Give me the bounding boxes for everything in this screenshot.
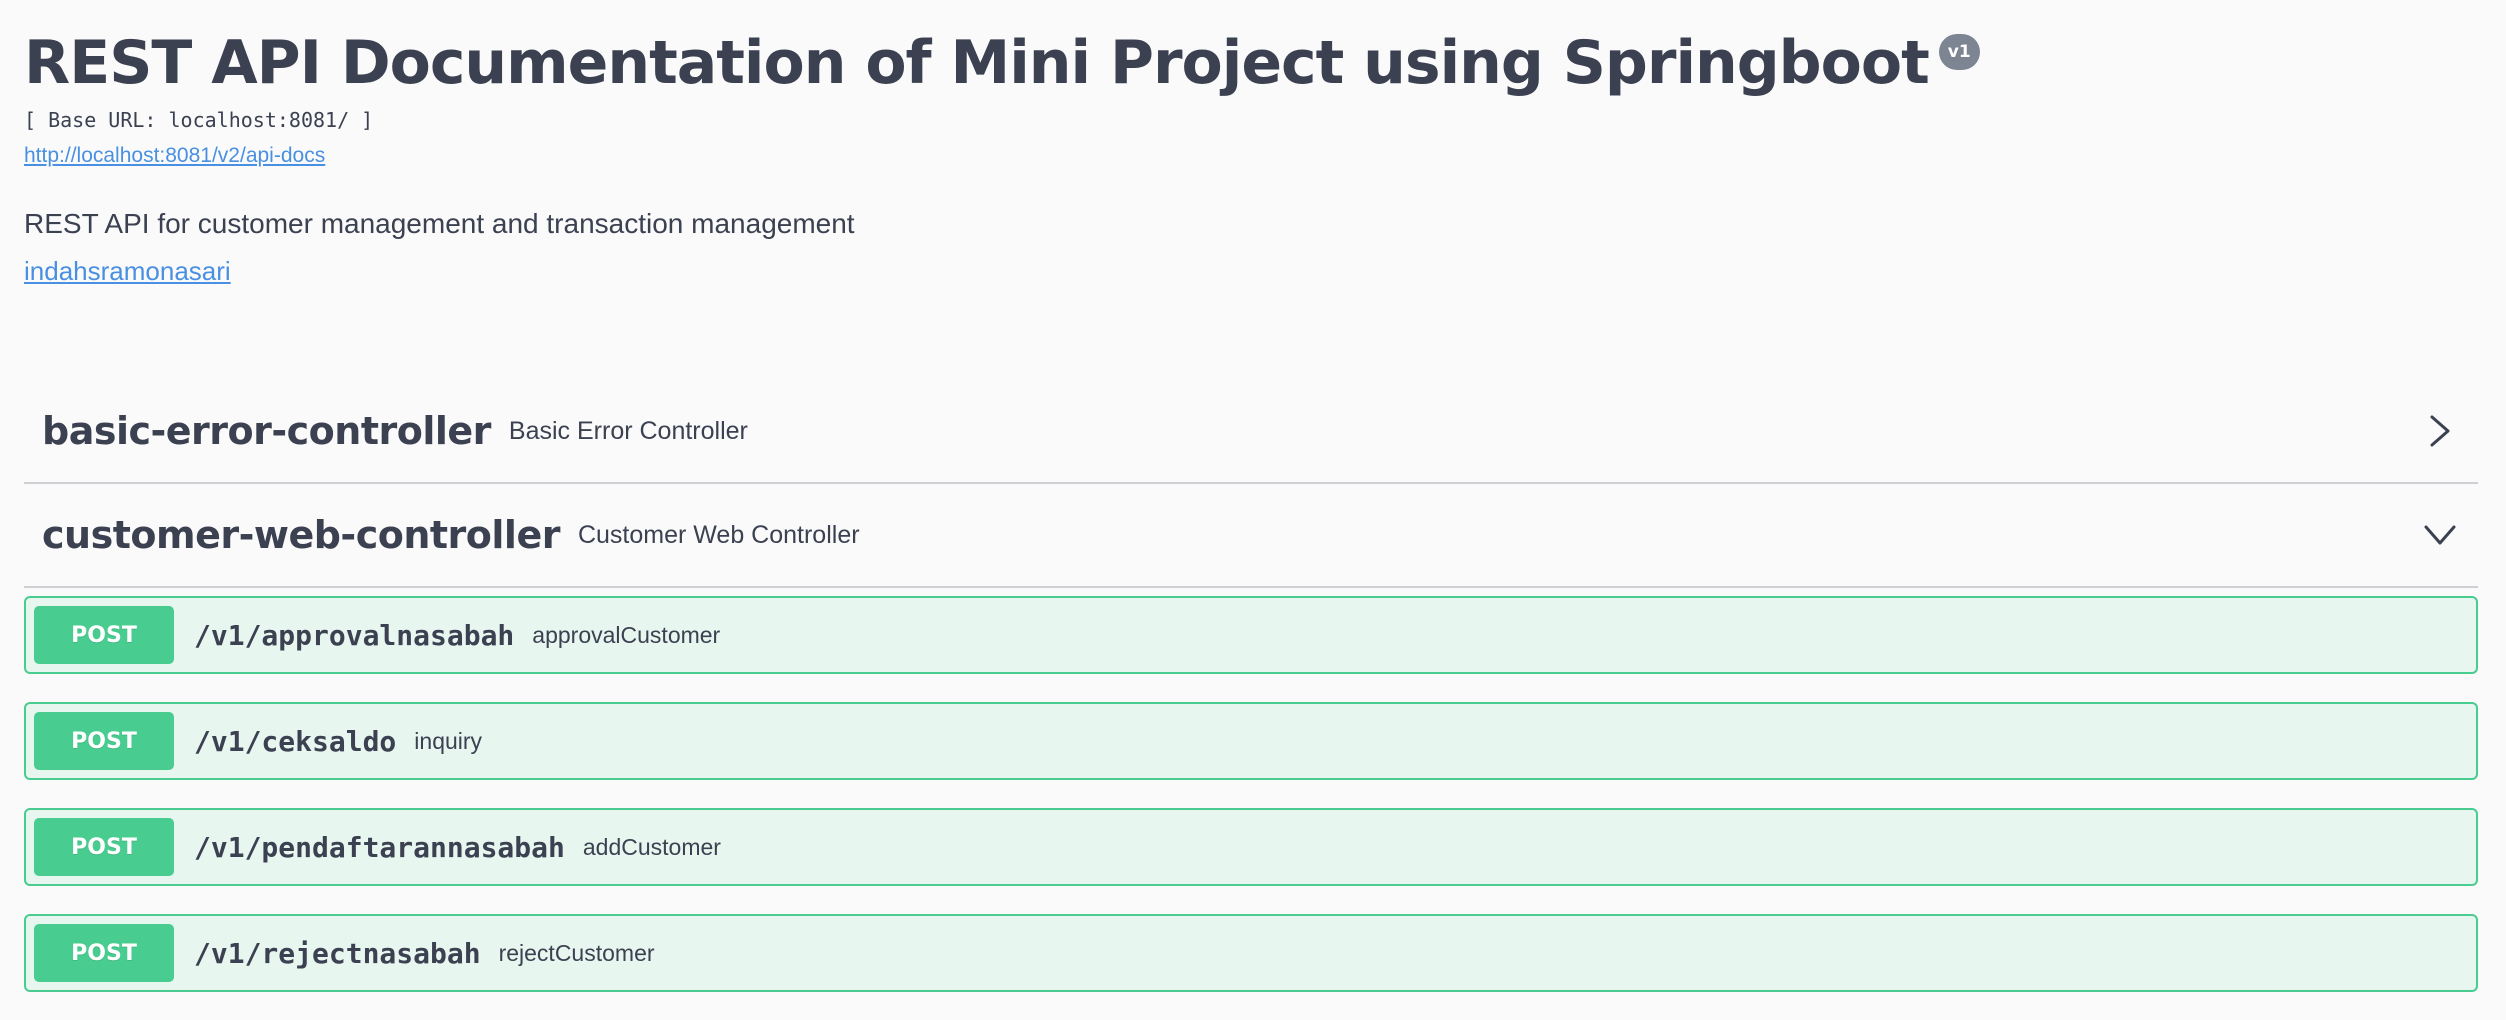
operation-row[interactable]: POST /v1/approvalnasabah approvalCustome… bbox=[24, 596, 2478, 674]
chevron-right-icon[interactable] bbox=[2420, 411, 2460, 451]
title-row: REST API Documentation of Mini Project u… bbox=[24, 22, 2482, 104]
api-info: REST API Documentation of Mini Project u… bbox=[24, 22, 2482, 288]
operation-path: /v1/ceksaldo bbox=[194, 724, 397, 758]
api-description: REST API for customer management and tra… bbox=[24, 208, 855, 239]
tag-customer-web-controller[interactable]: customer-web-controller Customer Web Con… bbox=[24, 484, 2478, 588]
tag-name: customer-web-controller bbox=[42, 513, 560, 557]
page-title: REST API Documentation of Mini Project u… bbox=[24, 28, 1930, 98]
method-badge: POST bbox=[34, 606, 174, 664]
operation-path: /v1/rejectnasabah bbox=[194, 936, 481, 970]
operations-list: POST /v1/approvalnasabah approvalCustome… bbox=[24, 596, 2478, 992]
tag-description: Basic Error Controller bbox=[508, 416, 748, 445]
operation-path: /v1/pendaftarannasabah bbox=[194, 830, 565, 864]
operation-summary: addCustomer bbox=[582, 833, 721, 860]
tag-name: basic-error-controller bbox=[42, 409, 491, 453]
method-badge: POST bbox=[34, 818, 174, 876]
operation-row[interactable]: POST /v1/rejectnasabah rejectCustomer bbox=[24, 914, 2478, 992]
operation-path: /v1/approvalnasabah bbox=[194, 618, 515, 652]
method-badge: POST bbox=[34, 924, 174, 982]
api-docs-link[interactable]: http://localhost:8081/v2/api-docs bbox=[24, 142, 325, 170]
tag-description: Customer Web Controller bbox=[577, 520, 860, 549]
contact-link[interactable]: indahsramonasari bbox=[24, 254, 231, 288]
operation-summary: approvalCustomer bbox=[532, 621, 721, 648]
operation-summary: rejectCustomer bbox=[498, 939, 655, 966]
operation-row[interactable]: POST /v1/pendaftarannasabah addCustomer bbox=[24, 808, 2478, 886]
operation-summary: inquiry bbox=[414, 727, 483, 754]
chevron-down-icon[interactable] bbox=[2420, 515, 2460, 555]
tag-list: basic-error-controller Basic Error Contr… bbox=[24, 380, 2478, 1020]
base-url: [ Base URL: localhost:8081/ ] bbox=[24, 108, 374, 132]
operation-row[interactable]: POST /v1/ceksaldo inquiry bbox=[24, 702, 2478, 780]
method-badge: POST bbox=[34, 712, 174, 770]
tag-basic-error-controller[interactable]: basic-error-controller Basic Error Contr… bbox=[24, 380, 2478, 484]
version-badge: v1 bbox=[1938, 34, 1980, 70]
